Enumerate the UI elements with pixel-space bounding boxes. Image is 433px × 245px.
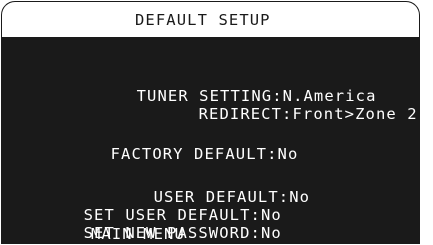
menu-item-redirect[interactable]: REDIRECT:Front>Zone 2 (136, 87, 418, 123)
menu-item-factory-default[interactable]: FACTORY DEFAULT:No (48, 127, 298, 163)
menu-item-set-new-password[interactable]: SET NEW PASSWORD:No (21, 206, 282, 242)
menu-item-tuner-setting[interactable]: TUNER SETTING:N.America (74, 69, 377, 105)
menu-title: DEFAULT SETUP (135, 11, 271, 29)
factory-default-value: No (277, 145, 299, 163)
redirect-label: REDIRECT: (198, 105, 293, 123)
set-new-password-value: No (260, 224, 282, 242)
user-default-value: No (289, 188, 311, 206)
screen: DEFAULT SETUP TUNER SETTING:N.America RE… (0, 0, 433, 245)
redirect-value: Front>Zone 2 (292, 105, 418, 123)
menu-item-set-user-default[interactable]: SET USER DEFAULT:No (21, 188, 282, 224)
osd-menu-panel: DEFAULT SETUP TUNER SETTING:N.America RE… (1, 1, 420, 244)
menu-item-main-menu[interactable]: MAIN MENU (91, 225, 185, 243)
menu-item-user-default[interactable]: USER DEFAULT:No (91, 170, 310, 206)
factory-default-label: FACTORY DEFAULT: (110, 145, 278, 163)
title-bar: DEFAULT SETUP (2, 2, 419, 38)
